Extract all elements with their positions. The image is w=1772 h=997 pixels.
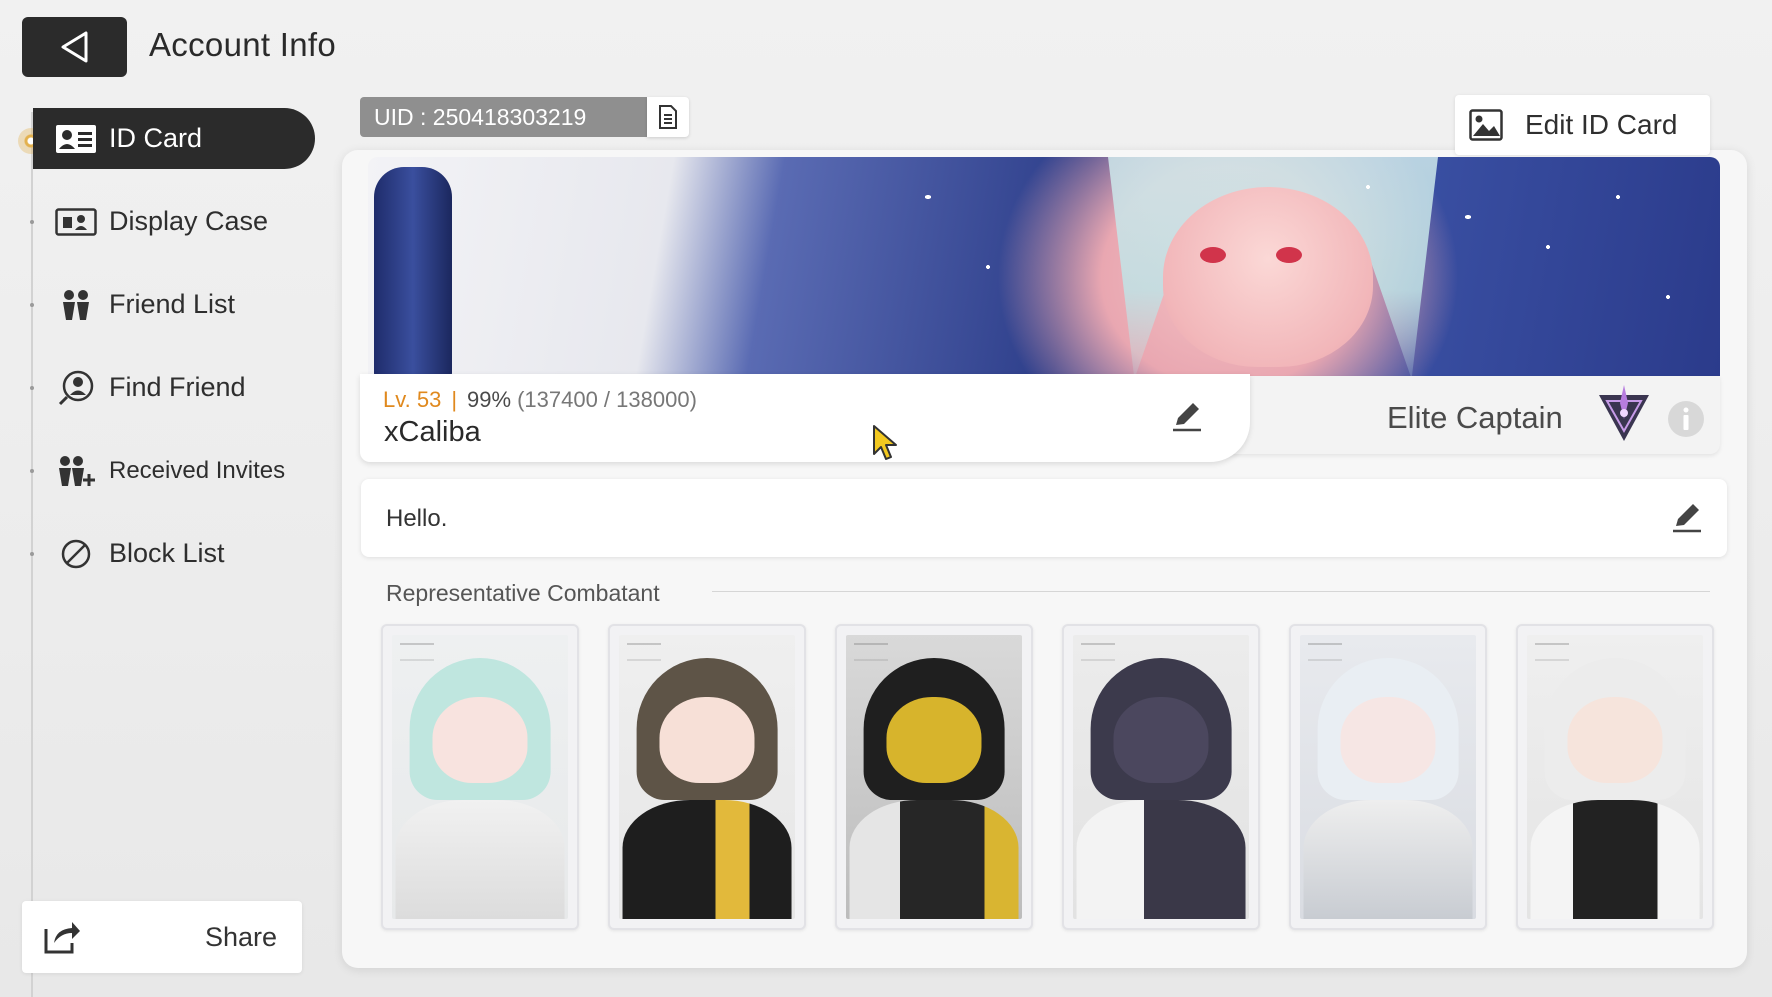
combatant-card-6[interactable] (1516, 624, 1714, 930)
banner-sparkles (368, 157, 1720, 379)
exp-progress: (137400 / 138000) (517, 387, 697, 412)
edit-name-pencil-icon[interactable] (1170, 399, 1204, 433)
sidebar-item-find-friend[interactable]: Find Friend (33, 357, 315, 418)
share-button[interactable]: Share (22, 901, 302, 973)
info-icon[interactable] (1666, 399, 1706, 439)
image-icon (1469, 109, 1503, 141)
edit-id-card-button[interactable]: Edit ID Card (1455, 95, 1710, 155)
sidebar-item-received-invites[interactable]: Received Invites (33, 440, 315, 501)
combatant-portrait-6 (1527, 635, 1703, 919)
sidebar-item-id-card[interactable]: ID Card (33, 108, 315, 169)
combatant-card-4[interactable] (1062, 624, 1260, 930)
id-card-banner-image (368, 157, 1720, 379)
share-icon (44, 922, 80, 954)
combatant-portrait-5 (1300, 635, 1476, 919)
combatant-card-2[interactable] (608, 624, 806, 930)
sidebar-item-label: Block List (109, 538, 225, 568)
friends-icon (55, 288, 97, 322)
exp-percent: 99% (467, 387, 512, 412)
section-divider (712, 591, 1710, 592)
sidebar-item-label: Display Case (109, 206, 269, 236)
sidebar-item-display-case[interactable]: Display Case (33, 191, 315, 252)
level-separator: | (451, 387, 458, 412)
display-case-icon (55, 205, 97, 239)
combatant-portrait-3 (846, 635, 1022, 919)
find-friend-icon (55, 370, 97, 405)
copy-uid-button[interactable] (647, 97, 689, 137)
combatant-portrait-4 (1073, 635, 1249, 919)
level-row: Lv. 53 | 99% (137400 / 138000) (383, 387, 697, 413)
invite-icon (55, 454, 97, 488)
back-arrow-icon (61, 31, 87, 63)
sidebar-item-block-list[interactable]: Block List (33, 523, 315, 584)
combatant-card-5[interactable] (1289, 624, 1487, 930)
greeting-text: Hello. (386, 505, 448, 532)
player-name: xCaliba (384, 416, 481, 448)
rank-emblem-icon (1599, 385, 1649, 441)
mouse-cursor-icon (873, 425, 897, 460)
combatant-portrait-2 (619, 635, 795, 919)
uid-badge: UID : 250418303219 (360, 97, 653, 137)
combatant-card-1[interactable] (381, 624, 579, 930)
sidebar-item-label: Received Invites (109, 456, 286, 484)
id-card-icon (55, 122, 97, 156)
level-value: Lv. 53 (383, 387, 442, 412)
block-icon (55, 537, 97, 571)
page-title: Account Info (149, 26, 337, 63)
sidebar-item-label: Find Friend (109, 372, 246, 402)
section-title: Representative Combatant (386, 580, 660, 606)
sidebar-item-label: Friend List (109, 289, 236, 319)
combatant-card-3[interactable] (835, 624, 1033, 930)
edit-greeting-pencil-icon[interactable] (1670, 500, 1704, 534)
player-title: Elite Captain (1387, 400, 1563, 435)
copy-icon (659, 105, 677, 129)
back-button[interactable] (22, 17, 127, 77)
sidebar-item-label: ID Card (109, 123, 203, 153)
greeting-card[interactable] (361, 479, 1727, 557)
combatant-portrait-1 (392, 635, 568, 919)
share-label: Share (204, 922, 277, 952)
sidebar-item-friend-list[interactable]: Friend List (33, 274, 315, 335)
edit-id-card-label: Edit ID Card (1525, 109, 1678, 140)
